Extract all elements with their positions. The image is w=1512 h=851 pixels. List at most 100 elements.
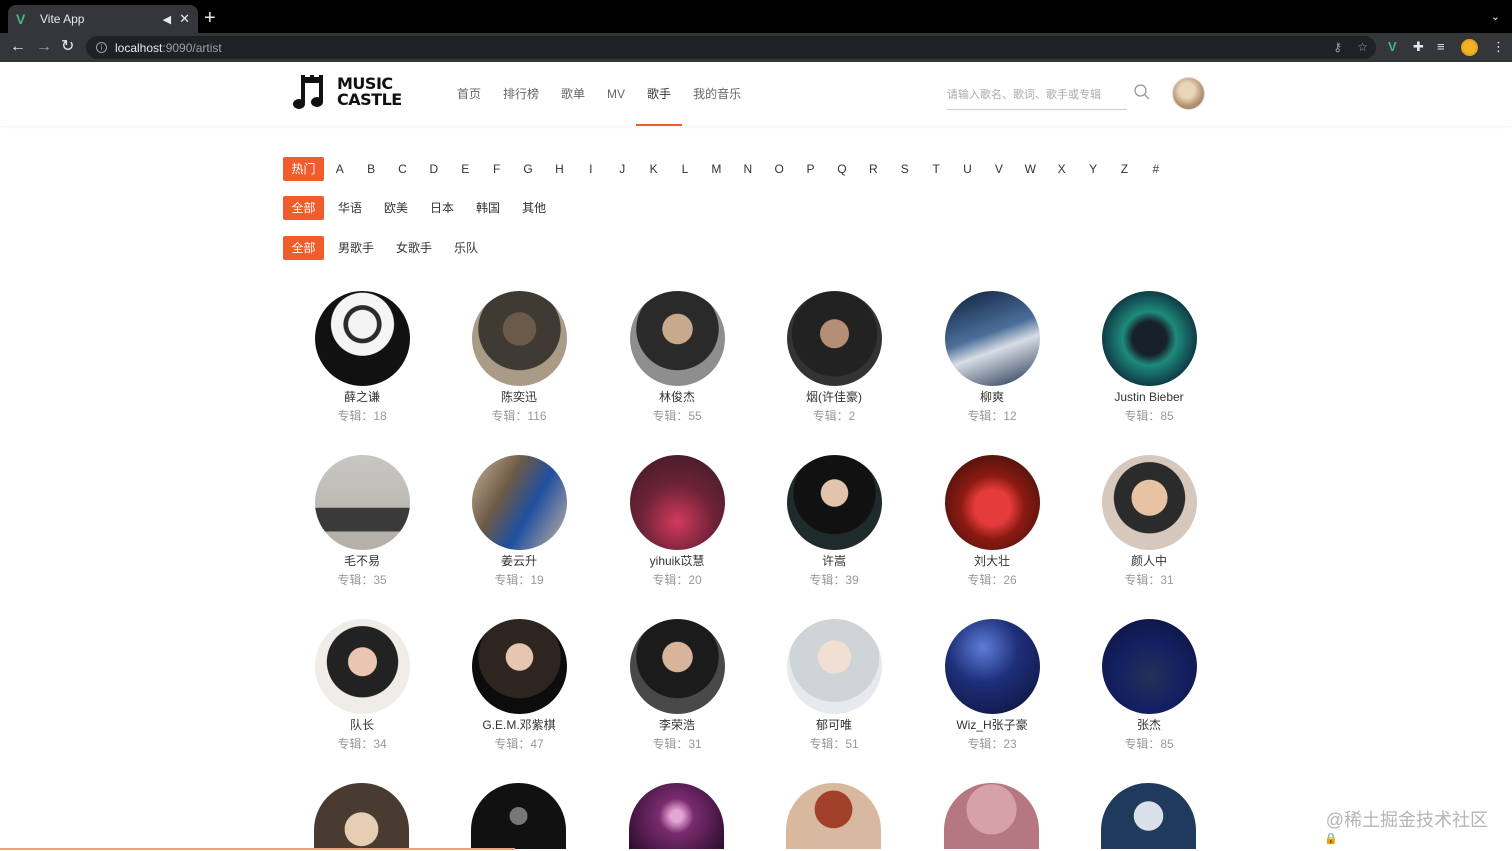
key-icon[interactable]: ⚷ [1333,40,1342,54]
artist-name[interactable]: Wiz_H张子豪 [922,717,1062,733]
area-chip[interactable]: 其他 [514,196,554,220]
artist-card[interactable]: 烟(许佳豪) 专辑：2 [764,291,904,424]
type-chip[interactable]: 乐队 [446,236,486,260]
artist-card[interactable]: 毛不易 专辑：35 [292,455,432,588]
artist-photo[interactable] [786,619,882,714]
artist-card[interactable]: 林俊杰 专辑：55 [607,291,747,424]
artist-photo[interactable] [944,455,1040,550]
nav-mv[interactable]: MV [596,62,636,126]
letter-chip[interactable]: H [544,157,575,181]
artist-photo[interactable] [314,291,410,386]
artist-photo[interactable] [629,291,725,386]
letter-chip[interactable]: X [1046,157,1077,181]
artist-name[interactable]: 毛不易 [292,553,432,569]
artist-name[interactable]: G.E.M.邓紫棋 [449,717,589,733]
artist-photo[interactable] [1101,291,1197,386]
letter-chip[interactable]: A [324,157,355,181]
close-icon[interactable]: ✕ [179,11,190,27]
area-chip[interactable]: 韩国 [468,196,508,220]
profile-avatar[interactable] [1461,39,1478,56]
artist-card[interactable]: G.E.M.邓紫棋 专辑：47 [449,619,589,752]
letter-chip[interactable]: Z [1109,157,1140,181]
artist-name[interactable]: yihuik苡慧 [607,553,747,569]
type-chip[interactable]: 男歌手 [330,236,382,260]
media-icon[interactable]: ≡ [1437,40,1445,54]
artist-name[interactable]: 姜云升 [449,553,589,569]
letter-chip[interactable]: W [1015,157,1046,181]
letter-chip[interactable]: K [638,157,669,181]
reload-icon[interactable]: ↻ [61,37,74,57]
artist-card[interactable]: 张杰 专辑：85 [1079,619,1219,752]
letter-chip[interactable]: Q [826,157,857,181]
nav-charts[interactable]: 排行榜 [492,62,550,126]
artist-card[interactable]: Wiz_H张子豪 专辑：23 [922,619,1062,752]
artist-card[interactable]: yihuik苡慧 专辑：20 [607,455,747,588]
artist-name[interactable]: 李荣浩 [607,717,747,733]
artist-photo[interactable] [1101,619,1197,714]
artist-photo[interactable] [471,455,567,550]
artist-card[interactable]: 柳爽 专辑：12 [922,291,1062,424]
artist-photo[interactable] [629,455,725,550]
nav-playlists[interactable]: 歌单 [550,62,596,126]
artist-name[interactable]: 陈奕迅 [449,389,589,405]
letter-chip[interactable]: L [669,157,700,181]
forward-icon[interactable]: → [36,37,52,57]
artist-photo[interactable] [629,783,724,849]
search-input[interactable] [947,82,1117,108]
artist-photo[interactable] [786,455,882,550]
nav-home[interactable]: 首页 [446,62,492,126]
letter-chip[interactable]: Y [1077,157,1108,181]
artist-photo[interactable] [944,291,1040,386]
artist-photo[interactable] [786,291,882,386]
artist-name[interactable]: 队长 [292,717,432,733]
search-icon[interactable] [1133,83,1151,101]
star-icon[interactable]: ☆ [1357,40,1368,54]
letter-chip[interactable]: D [418,157,449,181]
back-icon[interactable]: ← [10,37,26,57]
speaker-icon[interactable]: ◀︎ [163,13,171,26]
artist-card[interactable]: 郁可唯 专辑：51 [764,619,904,752]
letter-chip[interactable]: J [607,157,638,181]
user-avatar[interactable] [1172,77,1205,110]
letter-chip[interactable]: E [450,157,481,181]
artist-name[interactable]: 郁可唯 [764,717,904,733]
area-chip[interactable]: 华语 [330,196,370,220]
artist-card[interactable]: 颜人中 专辑：31 [1079,455,1219,588]
artist-name[interactable]: 许嵩 [764,553,904,569]
artist-photo[interactable] [1101,783,1196,849]
artist-photo[interactable] [471,291,567,386]
artist-name[interactable]: 薛之谦 [292,389,432,405]
area-chip[interactable]: 全部 [283,196,324,220]
logo[interactable]: MUSIC CASTLE [293,75,402,111]
artist-photo[interactable] [314,783,409,849]
new-tab-button[interactable]: + [204,8,216,28]
artist-card[interactable]: 薛之谦 专辑：18 [292,291,432,424]
type-chip[interactable]: 全部 [283,236,324,260]
artist-name[interactable]: 张杰 [1079,717,1219,733]
letter-chip[interactable]: M [701,157,732,181]
nav-my-music[interactable]: 我的音乐 [682,62,752,126]
artist-photo[interactable] [314,619,410,714]
letter-chip[interactable]: 热门 [283,157,324,181]
letter-chip[interactable]: S [889,157,920,181]
letter-chip[interactable]: G [512,157,543,181]
artist-name[interactable]: 林俊杰 [607,389,747,405]
artist-photo[interactable] [629,619,725,714]
artist-photo[interactable] [1101,455,1197,550]
artist-photo[interactable] [471,783,566,849]
artist-card[interactable]: Justin Bieber 专辑：85 [1079,291,1219,424]
letter-chip[interactable]: N [732,157,763,181]
artist-card[interactable]: 李荣浩 专辑：31 [607,619,747,752]
letter-chip[interactable]: B [355,157,386,181]
artist-card[interactable]: 许嵩 专辑：39 [764,455,904,588]
puzzle-icon[interactable]: ✚ [1413,40,1424,54]
artist-name[interactable]: 刘大壮 [922,553,1062,569]
artist-name[interactable]: 柳爽 [922,389,1062,405]
vue-devtools-icon[interactable]: V [1388,40,1397,54]
letter-chip[interactable]: U [952,157,983,181]
info-icon[interactable]: i [96,42,107,53]
artist-name[interactable]: 颜人中 [1079,553,1219,569]
browser-tab[interactable]: V Vite App ◀︎ ✕ [8,5,198,33]
artist-photo[interactable] [471,619,567,714]
area-chip[interactable]: 欧美 [376,196,416,220]
